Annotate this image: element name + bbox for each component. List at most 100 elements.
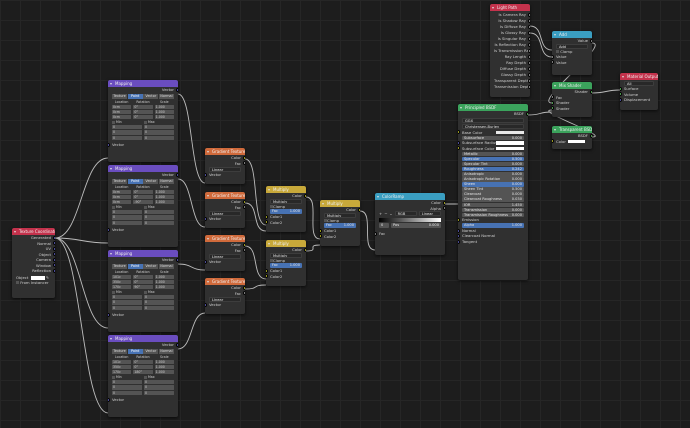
location-field[interactable]: 0cm (112, 104, 132, 109)
location-field[interactable]: 0cm (112, 189, 132, 194)
input-socket[interactable] (266, 274, 268, 279)
min-max-field[interactable]: 0 (144, 390, 174, 395)
rotation-field[interactable]: 90° (133, 285, 153, 290)
scale-field[interactable]: 1.000 (154, 285, 174, 290)
output-socket[interactable] (528, 72, 530, 77)
input-socket[interactable] (458, 218, 460, 223)
distribution-select[interactable]: GGX (462, 117, 524, 123)
bsdf-value-field[interactable]: IOR 1.450 (462, 202, 524, 208)
tab-point[interactable]: Point (127, 348, 143, 354)
min-max-field[interactable]: 0 (112, 215, 142, 220)
output-socket[interactable] (243, 199, 245, 204)
min-max-field[interactable]: 0 (144, 210, 174, 215)
multiply-mix-node[interactable]: MultiplyColorMultiplyClampFac1.000Color1… (266, 240, 306, 286)
rotation-field[interactable]: 0° (133, 274, 153, 279)
min-max-field[interactable]: 0 (112, 130, 142, 135)
min-max-field[interactable]: 0 (144, 385, 174, 390)
input-socket[interactable] (266, 220, 268, 225)
rotation-field[interactable]: 180° (133, 370, 153, 375)
output-socket[interactable] (528, 78, 530, 83)
min-max-field[interactable]: 0 (144, 295, 174, 300)
max-checkbox[interactable] (144, 290, 147, 294)
min-checkbox[interactable] (112, 205, 115, 209)
mapping-node[interactable]: MappingVectorTexturePointVectorNormalLoc… (108, 335, 178, 417)
rotation-field[interactable]: 0° (133, 359, 153, 364)
output-socket[interactable] (528, 66, 530, 71)
min-checkbox[interactable] (112, 290, 115, 294)
node-header[interactable]: Mapping (108, 335, 178, 342)
node-header[interactable]: Principled BSDF (458, 104, 528, 111)
tab-point[interactable]: Point (127, 178, 143, 184)
location-field[interactable]: 350c (112, 279, 132, 285)
output-socket[interactable] (53, 252, 55, 257)
node-header[interactable]: Mapping (108, 250, 178, 257)
node-header[interactable]: Mix Shader (552, 82, 592, 89)
interpolation-select[interactable]: Linear (418, 211, 441, 216)
location-field[interactable]: 0cm (112, 194, 132, 200)
scale-field[interactable]: 1.000 (154, 115, 174, 120)
stop-index[interactable]: 0 (379, 222, 389, 228)
output-socket[interactable] (528, 18, 530, 23)
location-field[interactable]: 350c (112, 364, 132, 370)
node-editor[interactable]: Texture Coordinate GeneratedNormalUVObje… (0, 0, 690, 428)
tab-vector[interactable]: Vector (143, 263, 159, 269)
rotation-field[interactable]: 0° (133, 104, 153, 109)
scale-field[interactable]: 1.000 (154, 370, 174, 375)
scale-field[interactable]: 1.000 (154, 274, 174, 279)
node-header[interactable]: ColorRamp (375, 193, 445, 200)
max-checkbox[interactable] (144, 120, 147, 124)
min-max-field[interactable]: 0 (112, 385, 142, 390)
input-socket[interactable] (205, 302, 207, 307)
min-max-field[interactable]: 0 (112, 305, 142, 310)
min-max-field[interactable]: 0 (112, 210, 142, 215)
transparent-bsdf-node[interactable]: Transparent BSDF BSDF Color (552, 126, 592, 149)
light-path-node[interactable]: Light Path Is Camera RayIs Shadow RayIs … (490, 4, 530, 97)
min-max-field[interactable]: 0 (144, 220, 174, 225)
rotation-field[interactable]: 0° (133, 189, 153, 194)
tab-normal[interactable]: Normal (158, 348, 174, 354)
min-max-field[interactable]: 0 (144, 380, 174, 385)
location-field[interactable]: 101c (112, 274, 132, 279)
rotation-field[interactable]: 0° (133, 115, 153, 120)
node-header[interactable]: Mapping (108, 80, 178, 87)
min-max-field[interactable]: 0 (112, 380, 142, 385)
subsurface-method-select[interactable]: Christensen-Burley (462, 123, 524, 129)
tab-texture[interactable]: Texture (112, 178, 128, 184)
node-header[interactable]: Gradient Texture (205, 278, 245, 285)
node-header[interactable]: Multiply (320, 200, 360, 207)
mapping-node[interactable]: MappingVectorTexturePointVectorNormalLoc… (108, 165, 178, 247)
output-socket[interactable] (528, 30, 530, 35)
output-socket[interactable] (53, 246, 55, 251)
bsdf-value-field[interactable]: Anisotropic Rotation 0.000 (462, 177, 524, 182)
tab-normal[interactable]: Normal (158, 263, 174, 269)
from-instancer-checkbox[interactable] (16, 281, 19, 284)
add-stop-icon[interactable]: + (379, 211, 382, 217)
gradient-texture-node[interactable]: Gradient TextureColorFacLinearVector (205, 192, 245, 228)
input-socket[interactable] (458, 140, 460, 145)
texture-coordinate-node[interactable]: Texture Coordinate GeneratedNormalUVObje… (12, 228, 55, 298)
output-socket[interactable] (528, 36, 530, 41)
bsdf-value-field[interactable]: Sheen Tint 0.500 (462, 187, 524, 192)
input-socket[interactable] (205, 259, 207, 264)
output-socket[interactable] (243, 285, 245, 290)
tab-vector[interactable]: Vector (143, 348, 159, 354)
node-header[interactable]: Gradient Texture (205, 192, 245, 199)
output-socket[interactable] (528, 12, 530, 17)
output-socket[interactable] (528, 60, 530, 65)
output-socket[interactable] (243, 291, 245, 296)
multiply-mix-node[interactable]: MultiplyColorMultiplyClampFac1.000Color1… (266, 186, 306, 232)
input-socket[interactable] (266, 268, 268, 273)
bsdf-value-field[interactable]: Specular 0.500 (462, 156, 524, 162)
min-max-field[interactable]: 0 (144, 130, 174, 135)
output-socket[interactable] (53, 268, 55, 273)
input-socket[interactable] (458, 234, 460, 239)
scale-field[interactable]: 1.000 (154, 279, 174, 285)
gradient-texture-node[interactable]: Gradient TextureColorFacLinearVector (205, 148, 245, 184)
output-socket[interactable] (528, 48, 530, 53)
input-socket[interactable] (320, 228, 322, 233)
min-max-field[interactable]: 0 (112, 390, 142, 395)
color-mode-select[interactable]: RGB (394, 211, 417, 216)
material-output-node[interactable]: Material Output All Surface Volume Displ… (620, 73, 658, 110)
max-checkbox[interactable] (144, 205, 147, 209)
output-socket[interactable] (528, 54, 530, 59)
